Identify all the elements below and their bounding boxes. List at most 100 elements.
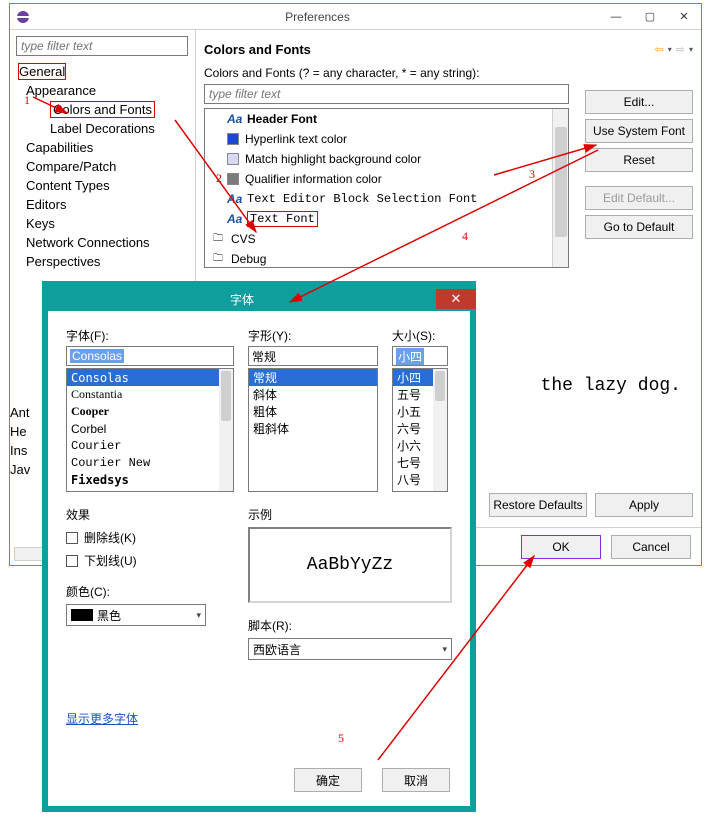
list-option[interactable]: Consolas <box>67 369 233 386</box>
font-family-value: Consolas <box>70 349 124 363</box>
colors-fonts-list[interactable]: Aa Header Font Hyperlink text color Matc… <box>204 108 569 268</box>
list-option[interactable]: Courier <box>67 437 233 454</box>
sample-text: AaBbYyZz <box>307 555 393 575</box>
close-button[interactable]: ✕ <box>667 6 701 28</box>
font-ok-button[interactable]: 确定 <box>294 768 362 792</box>
font-family-list[interactable]: ConsolasConstantiaCooperCorbelCourierCou… <box>66 368 234 492</box>
list-option[interactable]: 斜体 <box>249 386 377 403</box>
font-size-value: 小四 <box>396 348 424 365</box>
use-system-font-button[interactable]: Use System Font <box>585 119 693 143</box>
list-item[interactable]: Aa Text Editor Block Selection Font <box>205 189 568 209</box>
font-size-list[interactable]: 小四五号小五六号小六七号八号 <box>392 368 448 492</box>
right-header: Colors and Fonts ⇦▾ ⇨▾ <box>204 36 693 62</box>
list-item-label: Hyperlink text color <box>245 132 347 146</box>
maximize-button[interactable]: ▢ <box>633 6 667 28</box>
nav-item-content-types[interactable]: Content Types <box>16 176 191 195</box>
apply-button[interactable]: Apply <box>595 493 693 517</box>
partial-item: Jav <box>10 460 38 479</box>
nav-item-general[interactable]: General <box>16 62 191 81</box>
list-item[interactable]: 🗀 Debug <box>205 249 568 268</box>
font-preview-fragment: the lazy dog. <box>541 376 681 396</box>
color-select[interactable]: 黑色 ▾ <box>66 604 206 626</box>
font-list-scrollbar[interactable] <box>219 369 233 491</box>
items-filter-input[interactable] <box>204 84 569 104</box>
list-option[interactable]: Corbel <box>67 420 233 437</box>
nav-filter-input[interactable] <box>16 36 188 56</box>
font-icon: Aa <box>227 192 241 206</box>
list-option[interactable]: Constantia <box>67 386 233 403</box>
nav-item-perspectives[interactable]: Perspectives <box>16 252 191 271</box>
list-option[interactable]: Courier New <box>67 454 233 471</box>
checkbox-icon <box>66 555 78 567</box>
list-option[interactable]: Fixedsys <box>67 471 233 488</box>
list-item-label: Match highlight background color <box>245 152 421 166</box>
history-nav: ⇦▾ ⇨▾ <box>653 43 693 56</box>
font-style-value: 常规 <box>252 348 276 365</box>
font-icon: Aa <box>227 112 241 126</box>
scroll-thumb[interactable] <box>435 371 445 401</box>
scroll-thumb[interactable] <box>555 127 567 237</box>
defaults-apply-row: Restore Defaults Apply <box>489 493 693 517</box>
list-option[interactable]: Cooper <box>67 403 233 420</box>
cancel-button[interactable]: Cancel <box>611 535 691 559</box>
size-list-scrollbar[interactable] <box>433 369 447 491</box>
window-title: Preferences <box>36 10 599 24</box>
underline-checkbox[interactable]: 下划线(U) <box>66 552 234 569</box>
font-family-input[interactable]: Consolas <box>66 346 234 366</box>
effects-label: 效果 <box>66 506 234 523</box>
back-menu[interactable]: ▾ <box>668 45 672 54</box>
nav-item-colors-fonts[interactable]: Colors and Fonts <box>16 100 191 119</box>
list-option[interactable]: 常规 <box>249 369 377 386</box>
chevron-down-icon: ▾ <box>442 644 447 655</box>
list-item[interactable]: 🗀 CVS <box>205 229 568 249</box>
nav-item-editors[interactable]: Editors <box>16 195 191 214</box>
nav-item-label-decorations[interactable]: Label Decorations <box>16 119 191 138</box>
nav-item-compare[interactable]: Compare/Patch <box>16 157 191 176</box>
list-item[interactable]: Hyperlink text color <box>205 129 568 149</box>
script-select[interactable]: 西欧语言 ▾ <box>248 638 452 660</box>
font-size-input[interactable]: 小四 <box>392 346 448 366</box>
filter-prompt: Colors and Fonts (? = any character, * =… <box>204 66 693 80</box>
list-v-scrollbar[interactable] <box>552 109 568 267</box>
nav-item-capabilities[interactable]: Capabilities <box>16 138 191 157</box>
edit-default-button[interactable]: Edit Default... <box>585 186 693 210</box>
list-item-text-font[interactable]: Aa Text Font <box>205 209 568 229</box>
list-item[interactable]: Match highlight background color <box>205 149 568 169</box>
font-style-list[interactable]: 常规斜体粗体粗斜体 <box>248 368 378 492</box>
minimize-button[interactable]: — <box>599 6 633 28</box>
font-style-input[interactable]: 常规 <box>248 346 378 366</box>
category-icon: 🗀 <box>211 232 225 246</box>
nav-item-network[interactable]: Network Connections <box>16 233 191 252</box>
partial-nav-items: Ant He Ins Jav <box>9 402 39 480</box>
restore-defaults-button[interactable]: Restore Defaults <box>489 493 587 517</box>
edit-button[interactable]: Edit... <box>585 90 693 114</box>
back-icon[interactable]: ⇦ <box>653 43 666 56</box>
forward-menu[interactable]: ▾ <box>689 45 693 54</box>
more-fonts-link[interactable]: 显示更多字体 <box>66 712 138 726</box>
right-button-column: Edit... Use System Font Reset Edit Defau… <box>585 90 693 239</box>
reset-button[interactable]: Reset <box>585 148 693 172</box>
sample-box: AaBbYyZz <box>248 527 452 603</box>
scroll-thumb[interactable] <box>221 371 231 421</box>
list-item[interactable]: Qualifier information color <box>205 169 568 189</box>
forward-icon[interactable]: ⇨ <box>674 43 687 56</box>
stage: Preferences — ▢ ✕ General Appearance Col… <box>0 0 712 818</box>
list-item-label: Qualifier information color <box>245 172 382 186</box>
script-value: 西欧语言 <box>253 641 301 658</box>
font-icon: Aa <box>227 212 241 226</box>
partial-item: He <box>10 422 38 441</box>
nav-item-keys[interactable]: Keys <box>16 214 191 233</box>
strike-label: 删除线(K) <box>84 529 136 546</box>
nav-item-appearance[interactable]: Appearance <box>16 81 191 100</box>
strikethrough-checkbox[interactable]: 删除线(K) <box>66 529 234 546</box>
list-option[interactable]: 粗斜体 <box>249 420 377 437</box>
go-to-default-button[interactable]: Go to Default <box>585 215 693 239</box>
ok-button[interactable]: OK <box>521 535 601 559</box>
font-dialog-close-button[interactable]: ✕ <box>436 289 476 309</box>
color-label: 颜色(C): <box>66 583 234 600</box>
list-option[interactable]: 粗体 <box>249 403 377 420</box>
list-item[interactable]: Aa Header Font <box>205 109 568 129</box>
list-item-label: Header Font <box>247 112 317 126</box>
list-item-label: Debug <box>231 252 266 266</box>
font-cancel-button[interactable]: 取消 <box>382 768 450 792</box>
